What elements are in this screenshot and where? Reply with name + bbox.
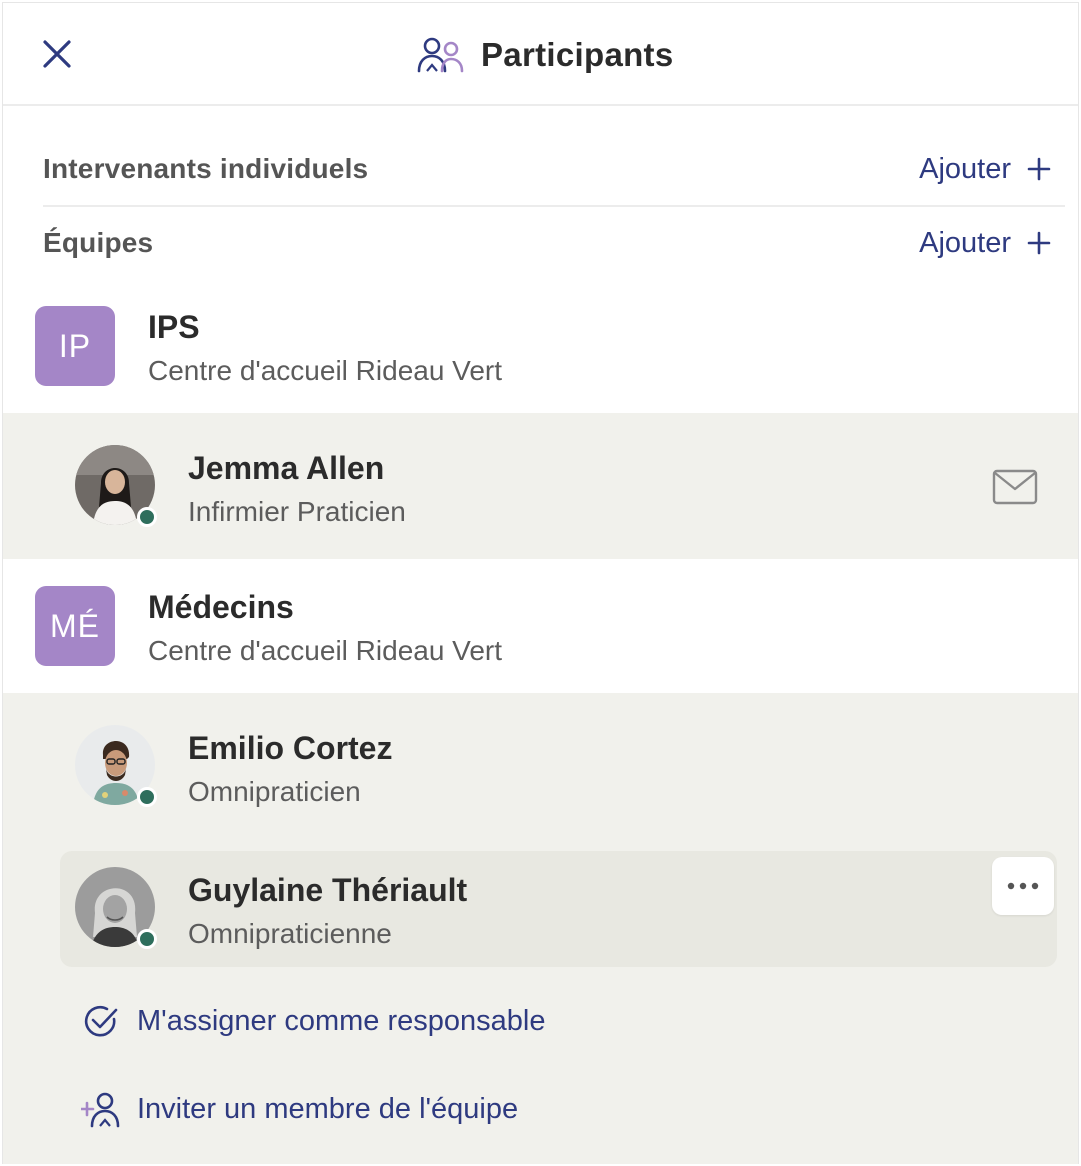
online-status-dot	[137, 507, 157, 527]
team-organization: Centre d'accueil Rideau Vert	[148, 635, 502, 666]
participants-panel: Participants Intervenants individuels Aj…	[2, 2, 1079, 1164]
add-team-label: Ajouter	[919, 226, 1011, 259]
individuals-section-label: Intervenants individuels	[43, 153, 369, 184]
add-individual-button[interactable]: Ajouter	[919, 153, 1065, 186]
avatar	[75, 445, 157, 527]
assign-responsible-button[interactable]: M'assigner comme responsable	[81, 1001, 546, 1041]
add-person-icon	[81, 1092, 120, 1128]
individuals-section-row: Intervenants individuels Ajouter	[43, 133, 1065, 207]
team-badge: MÉ	[35, 586, 115, 666]
mail-icon	[992, 469, 1038, 505]
participants-icon	[417, 37, 464, 73]
plus-icon	[1027, 231, 1051, 255]
team-name: IPS	[148, 309, 200, 345]
avatar	[75, 725, 157, 807]
team-members-ips: Jemma Allen Infirmier Praticien	[3, 413, 1078, 559]
team-row-ips[interactable]: IP IPS Centre d'accueil Rideau Vert	[3, 279, 1078, 413]
member-role: Omnipraticienne	[188, 918, 392, 949]
member-name: Jemma Allen	[188, 450, 385, 486]
avatar	[75, 867, 157, 949]
online-status-dot	[137, 929, 157, 949]
plus-icon	[1027, 157, 1051, 181]
team-row-medecins[interactable]: MÉ Médecins Centre d'accueil Rideau Vert	[3, 559, 1078, 693]
add-team-button[interactable]: Ajouter	[919, 227, 1065, 260]
panel-header: Participants	[3, 3, 1078, 106]
member-name: Guylaine Thériault	[188, 872, 468, 908]
close-icon	[43, 40, 71, 68]
team-organization: Centre d'accueil Rideau Vert	[148, 355, 502, 386]
member-role: Infirmier Praticien	[188, 496, 406, 527]
more-horizontal-icon	[1007, 882, 1039, 890]
team-name: Médecins	[148, 589, 294, 625]
close-button[interactable]	[37, 34, 77, 74]
team-members-medecins: Emilio Cortez Omnipraticien Guylaine Thé…	[3, 693, 1078, 1164]
panel-title-group: Participants	[415, 33, 674, 77]
send-message-button[interactable]	[992, 469, 1038, 505]
teams-section-row: Équipes Ajouter	[43, 207, 1065, 281]
team-badge: IP	[35, 306, 115, 386]
online-status-dot	[137, 787, 157, 807]
page-title: Participants	[481, 36, 674, 73]
assign-responsible-label: M'assigner comme responsable	[137, 1004, 546, 1037]
teams-section-label: Équipes	[43, 227, 154, 258]
member-role: Omnipraticien	[188, 776, 361, 807]
add-individual-label: Ajouter	[919, 152, 1011, 185]
invite-team-member-label: Inviter un membre de l'équipe	[137, 1092, 519, 1125]
member-name: Emilio Cortez	[188, 730, 393, 766]
more-options-button[interactable]	[992, 857, 1054, 915]
invite-team-member-button[interactable]: Inviter un membre de l'équipe	[81, 1089, 518, 1129]
check-circle-icon	[84, 1005, 118, 1037]
